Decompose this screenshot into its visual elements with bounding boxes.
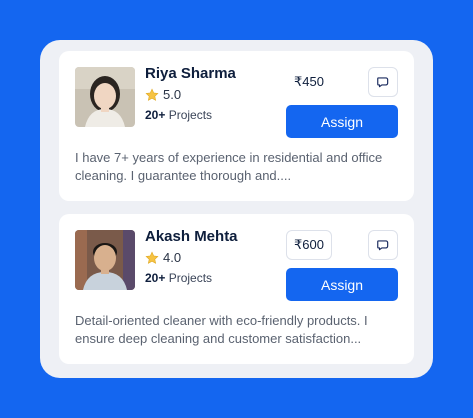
rating: 4.0 [145, 250, 181, 265]
chat-bubble-icon [377, 240, 389, 251]
cleaner-card: Akash Mehta 4.0 20+ Projects ₹600 Assign… [59, 214, 414, 364]
projects-label: Projects [168, 271, 213, 285]
chat-button[interactable] [368, 230, 398, 260]
cleaner-card: Riya Sharma 5.0 20+ Projects ₹450 Assign… [59, 51, 414, 201]
projects-number: 20+ [145, 108, 166, 122]
star-icon [145, 250, 159, 264]
price: ₹600 [286, 230, 332, 260]
assign-button[interactable]: Assign [286, 105, 398, 138]
price: ₹450 [294, 74, 324, 89]
projects-count: 20+ Projects [145, 271, 212, 285]
cleaner-description: I have 7+ years of experience in residen… [75, 150, 383, 183]
projects-count: 20+ Projects [145, 108, 212, 122]
cleaner-description: Detail-oriented cleaner with eco-friendl… [75, 313, 368, 346]
projects-label: Projects [168, 108, 213, 122]
rating-value: 5.0 [163, 87, 182, 102]
chat-bubble-icon [377, 77, 389, 88]
cleaner-name: Riya Sharma [145, 65, 236, 82]
avatar [75, 230, 135, 290]
cleaner-name: Akash Mehta [145, 228, 238, 245]
rating: 5.0 [145, 87, 181, 102]
star-icon [145, 87, 159, 101]
avatar [75, 67, 135, 127]
projects-number: 20+ [145, 271, 166, 285]
cleaner-list-panel: Riya Sharma 5.0 20+ Projects ₹450 Assign… [40, 40, 433, 378]
assign-button[interactable]: Assign [286, 268, 398, 301]
rating-value: 4.0 [163, 250, 182, 265]
chat-button[interactable] [368, 67, 398, 97]
